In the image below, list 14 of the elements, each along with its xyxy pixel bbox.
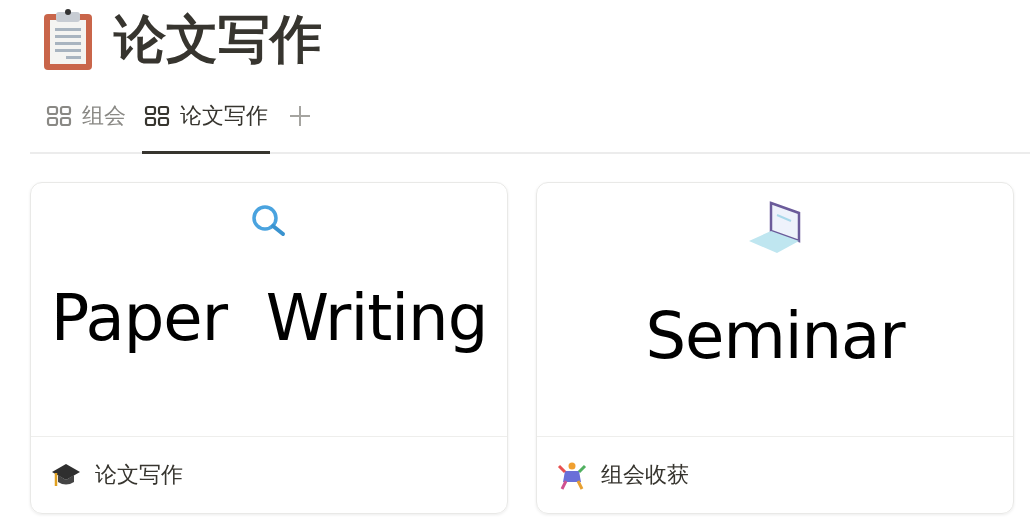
card-title: 组会收获 (601, 461, 689, 489)
gallery-icon (46, 104, 72, 127)
plus-icon (288, 104, 312, 128)
view-tab[interactable]: 组会 (44, 80, 128, 154)
gallery-card[interactable]: Paper Writing 论文写作 (30, 182, 508, 514)
gallery-card[interactable]: Seminar 组会收获 (536, 182, 1014, 514)
cover-text: Paper Writing (50, 281, 488, 355)
clipboard-icon (42, 8, 94, 72)
gallery-icon (144, 104, 170, 127)
page-title: 论文写作 (114, 8, 322, 71)
cover-text: Seminar (645, 299, 905, 373)
view-tab[interactable]: 论文写作 (142, 80, 270, 154)
card-title: 论文写作 (95, 461, 183, 489)
figure-icon (557, 460, 587, 490)
